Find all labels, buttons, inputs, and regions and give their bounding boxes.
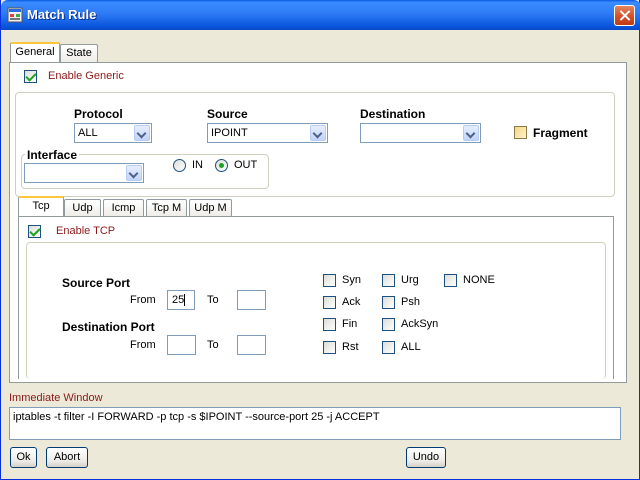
destination-port-from-label: From	[130, 339, 156, 351]
interface-combo[interactable]	[24, 163, 144, 183]
flag-psh-checkbox[interactable]	[382, 296, 395, 309]
flag-none-label: NONE	[463, 274, 495, 286]
flag-rst-checkbox[interactable]	[323, 341, 336, 354]
flag-urg-label: Urg	[401, 274, 419, 286]
window-title: Match Rule	[27, 7, 97, 22]
chevron-down-icon[interactable]	[463, 125, 479, 141]
chevron-down-icon[interactable]	[134, 125, 150, 141]
direction-out-radio[interactable]	[215, 159, 228, 172]
flag-rst-label: Rst	[342, 341, 359, 353]
source-port-to-input[interactable]	[237, 290, 266, 310]
flag-ack-label: Ack	[342, 296, 361, 308]
immediate-window-text: iptables -t filter -I FORWARD -p tcp -s …	[13, 411, 380, 423]
flag-all-label: ALL	[401, 341, 421, 353]
source-port-from-value: 25	[172, 294, 185, 306]
flag-fin-label: Fin	[342, 318, 358, 330]
source-combo[interactable]: IPOINT	[207, 123, 328, 143]
tcp-group	[26, 242, 606, 379]
destination-port-to-label: To	[207, 339, 219, 351]
flag-acksyn-checkbox[interactable]	[382, 318, 395, 331]
direction-in-label: IN	[192, 159, 203, 171]
fragment-checkbox[interactable]	[514, 126, 527, 139]
destination-port-to-input[interactable]	[237, 335, 266, 355]
interface-label: Interface	[25, 148, 80, 162]
chevron-down-icon[interactable]	[126, 165, 142, 181]
flag-syn-label: Syn	[342, 274, 361, 286]
source-port-from-input[interactable]: 25	[167, 290, 195, 310]
destination-combo[interactable]	[360, 123, 481, 143]
undo-button[interactable]: Undo	[406, 447, 446, 468]
source-value: IPOINT	[211, 127, 248, 139]
enable-generic-checkbox[interactable]	[24, 70, 37, 83]
flag-acksyn-label: AckSyn	[401, 318, 439, 330]
chevron-down-icon[interactable]	[310, 125, 326, 141]
flag-psh-label: Psh	[401, 296, 420, 308]
destination-port-from-input[interactable]	[167, 335, 196, 355]
flag-none-checkbox[interactable]	[444, 274, 457, 287]
source-port-label: Source Port	[62, 276, 131, 290]
tab-state[interactable]: State	[60, 44, 98, 63]
immediate-window-label: Immediate Window	[9, 392, 103, 404]
enable-tcp-label: Enable TCP	[56, 225, 116, 237]
source-label: Source	[207, 107, 248, 121]
flag-ack-checkbox[interactable]	[323, 296, 336, 309]
title-bar[interactable]: Match Rule	[1, 0, 640, 30]
protocol-combo[interactable]: ALL	[74, 123, 152, 143]
flag-all-checkbox[interactable]	[382, 341, 395, 354]
enable-tcp-checkbox[interactable]	[28, 225, 41, 238]
tab-general[interactable]: General	[10, 42, 60, 63]
source-port-from-label: From	[130, 294, 156, 306]
flag-urg-checkbox[interactable]	[382, 274, 395, 287]
fragment-label: Fragment	[533, 126, 588, 140]
direction-in-radio[interactable]	[173, 159, 186, 172]
app-icon	[7, 7, 23, 23]
destination-label: Destination	[360, 107, 426, 121]
text-caret	[184, 294, 186, 307]
enable-generic-label: Enable Generic	[48, 70, 124, 82]
tab-tcp[interactable]: Tcp	[18, 196, 64, 217]
flag-fin-checkbox[interactable]	[323, 318, 336, 331]
destination-port-label: Destination Port	[62, 320, 155, 334]
source-port-to-label: To	[207, 294, 219, 306]
flag-syn-checkbox[interactable]	[323, 274, 336, 287]
protocol-label: Protocol	[74, 107, 123, 121]
protocol-value: ALL	[78, 127, 98, 139]
ok-button[interactable]: Ok	[10, 447, 37, 468]
immediate-window-textbox[interactable]: iptables -t filter -I FORWARD -p tcp -s …	[9, 407, 621, 440]
direction-out-label: OUT	[234, 159, 258, 171]
match-rule-window: Match Rule General State Enable Generic …	[0, 0, 640, 480]
close-button[interactable]	[614, 5, 635, 26]
abort-button[interactable]: Abort	[46, 447, 88, 468]
